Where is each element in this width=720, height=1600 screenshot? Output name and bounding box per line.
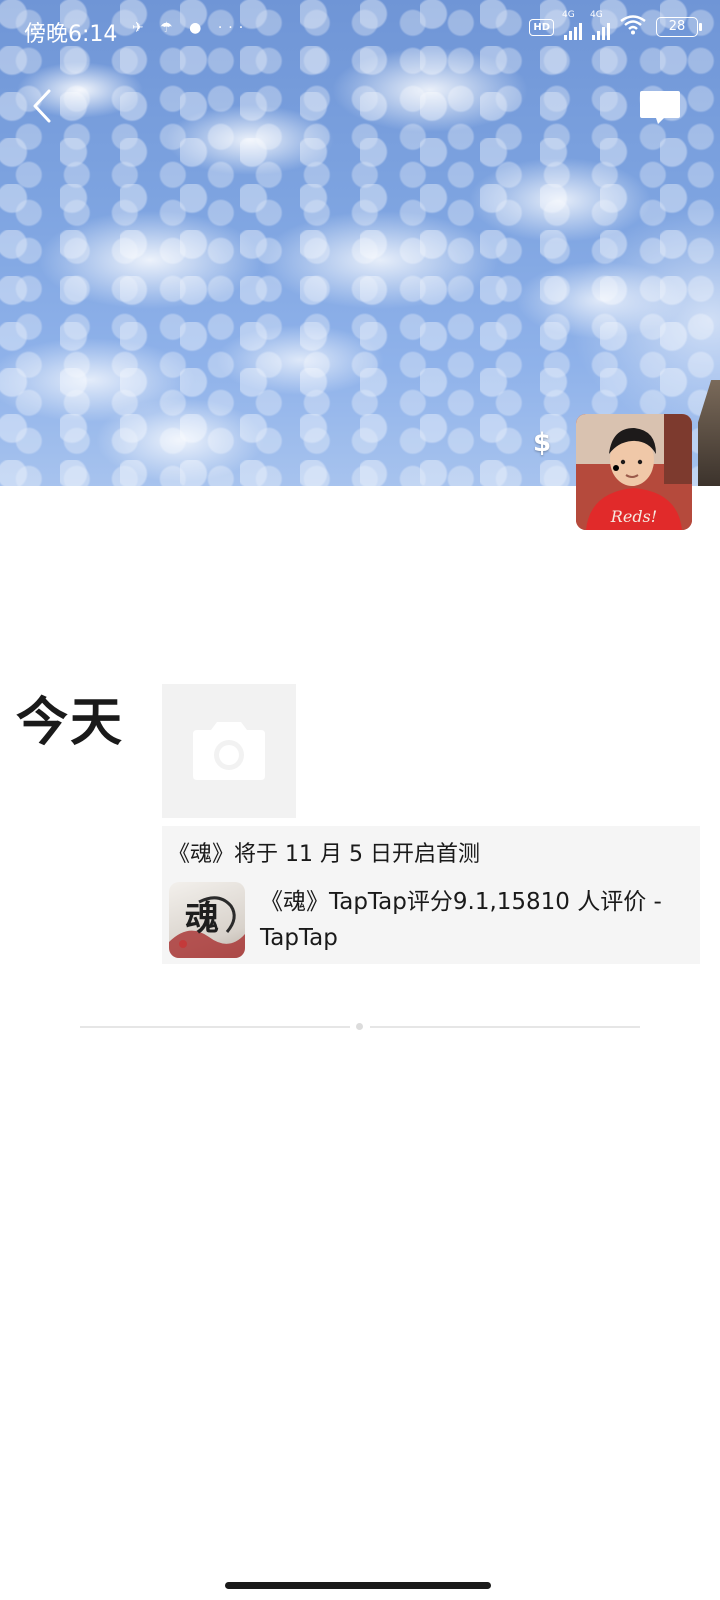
- home-indicator[interactable]: [225, 1582, 491, 1589]
- divider-line-right: [370, 1026, 640, 1028]
- notification-icons: ✈ ☂ ● ···: [132, 20, 250, 36]
- status-right-group: HD 4G 4G 28: [529, 10, 702, 40]
- add-photo-placeholder[interactable]: [162, 684, 296, 818]
- link-description: 《魂》TapTap评分9.1,15810 人评价 - TapTap: [260, 889, 662, 951]
- signal-icon: 4G: [562, 10, 582, 40]
- chevron-left-icon: [33, 89, 51, 123]
- status-time: 傍晚6:14: [24, 22, 118, 47]
- network-type-label-2: 4G: [590, 10, 603, 20]
- thumbnail-glyph: 魂: [185, 899, 219, 939]
- camera-icon: [193, 722, 265, 780]
- signal-icon-2: 4G: [590, 10, 610, 40]
- battery-indicator: 28: [656, 17, 702, 37]
- currency-symbol: $: [533, 428, 552, 458]
- hd-badge: HD: [529, 18, 554, 36]
- divider-dot: [356, 1023, 363, 1030]
- day-label: 今天: [16, 693, 125, 753]
- link-thumbnail: 魂: [169, 882, 245, 958]
- chat-bubble-icon: [640, 91, 680, 124]
- svg-text:Reds!: Reds!: [610, 507, 657, 526]
- avatar-image: Reds!: [576, 414, 692, 530]
- divider-line-left: [80, 1026, 350, 1028]
- message-button[interactable]: [638, 88, 682, 128]
- wifi-icon: [620, 14, 646, 40]
- network-type-label: 4G: [562, 10, 575, 20]
- avatar[interactable]: Reds!: [576, 414, 692, 530]
- back-button[interactable]: [22, 84, 62, 128]
- status-bar: 傍晚6:14 ✈ ☂ ● ··· HD 4G 4G 28: [0, 0, 720, 64]
- post-title: 《魂》将于 11 月 5 日开启首测: [168, 842, 480, 867]
- shared-link-post[interactable]: 《魂》将于 11 月 5 日开启首测 魂 《魂》TapTap评分9.1,1581…: [162, 826, 700, 964]
